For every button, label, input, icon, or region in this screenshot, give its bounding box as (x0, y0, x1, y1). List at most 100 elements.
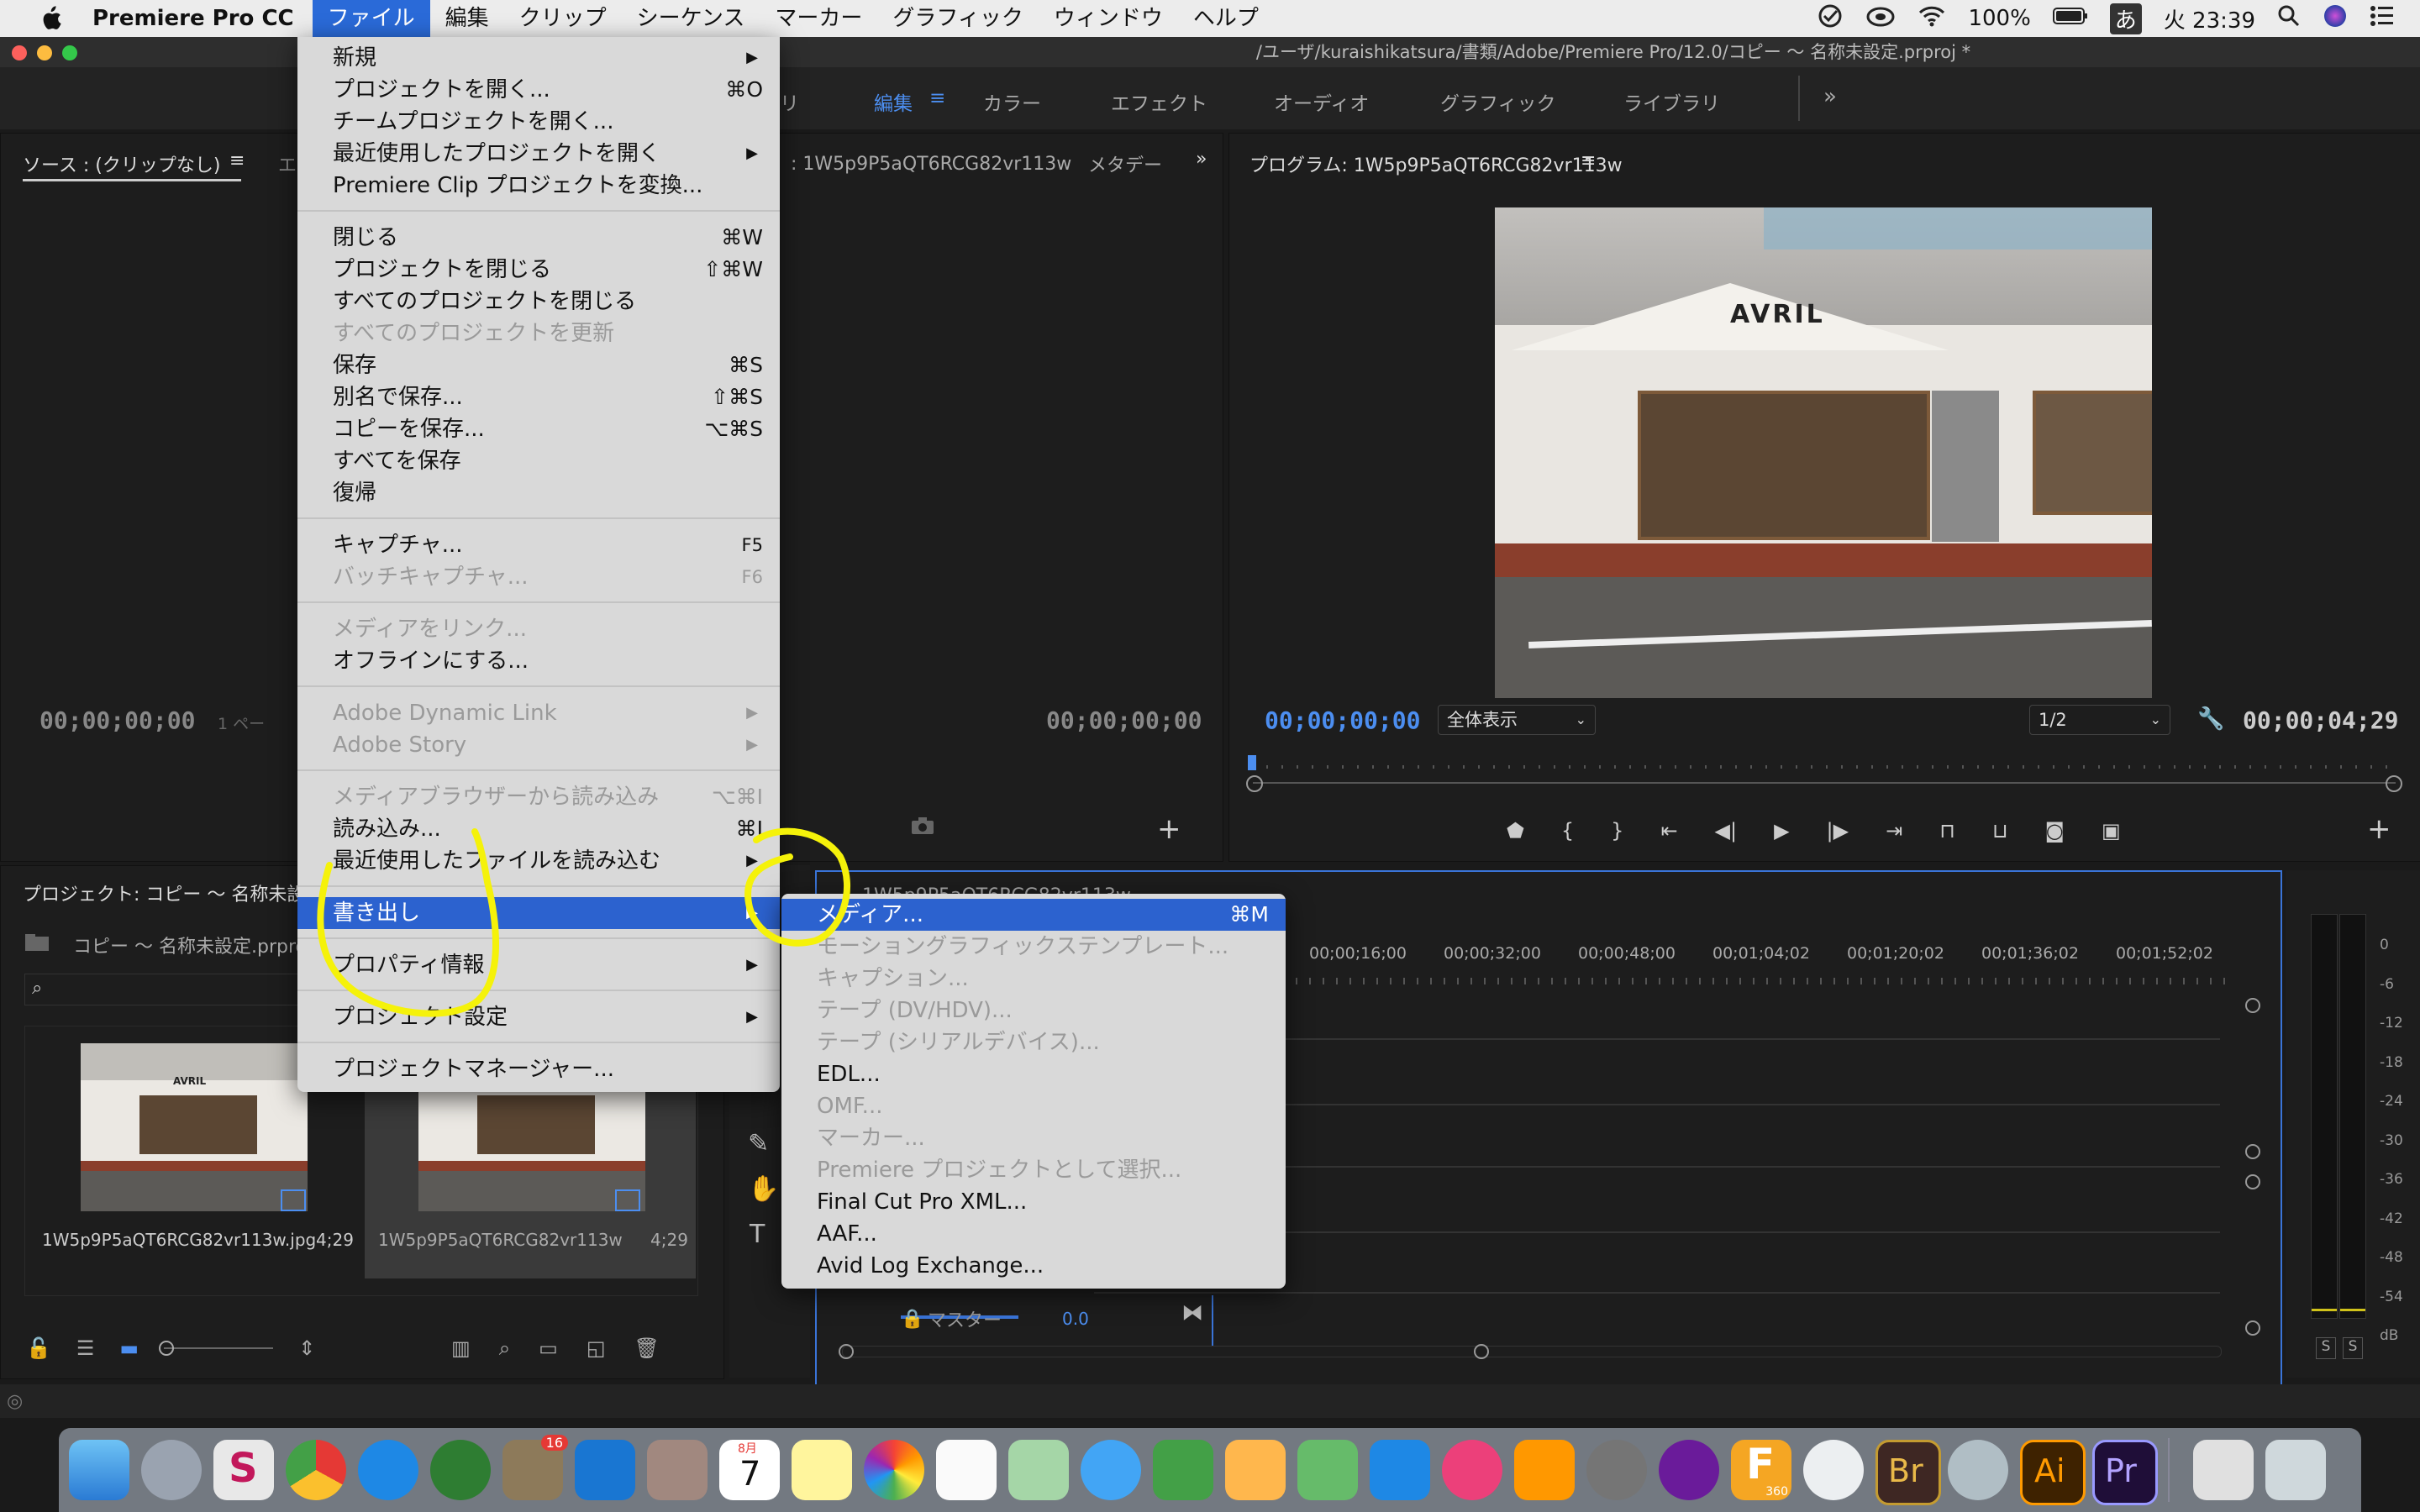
input-method-icon[interactable]: あ (2109, 3, 2142, 34)
photos-icon[interactable] (864, 1440, 924, 1500)
list-view-icon[interactable]: ☰ (76, 1336, 95, 1360)
add-button-icon[interactable]: + (1157, 812, 1181, 846)
menu-item-open-recent[interactable]: 最近使用したプロジェクトを開く ▶ (297, 138, 780, 170)
menu-item-dynamic-link[interactable]: Adobe Dynamic Link ▶ (297, 697, 780, 729)
notes-icon[interactable] (792, 1440, 852, 1500)
trash-icon[interactable] (2265, 1440, 2326, 1500)
lift-icon[interactable]: ⊓ (1939, 819, 1955, 843)
effect-controls-tab[interactable]: エ (278, 150, 297, 177)
workspace-menu-icon[interactable]: ≡ (929, 87, 945, 109)
menu-sequence[interactable]: シーケンス (622, 0, 760, 37)
workspace-tab-edit[interactable]: 編集 (874, 87, 913, 116)
atom-icon[interactable] (430, 1440, 491, 1500)
mid-panel-tab[interactable]: : 1W5p9P5aQT6RCG82vr113w (791, 154, 1071, 175)
compare-icon[interactable]: ▣ (2102, 819, 2121, 843)
maps-icon[interactable] (1008, 1440, 1069, 1500)
clock[interactable]: 火 23:39 (2164, 3, 2255, 34)
submenu-item-omf[interactable]: OMF... (781, 1090, 1286, 1122)
workspace-overflow-icon[interactable]: » (1823, 84, 1837, 109)
solo-right-button[interactable]: S (2343, 1337, 2363, 1359)
siri-icon[interactable] (2323, 3, 2348, 34)
find-icon[interactable]: ⌕ (499, 1336, 510, 1360)
creative-cloud-icon[interactable] (1865, 4, 1896, 34)
vertical-scroll-handle[interactable] (2245, 998, 2260, 1013)
wrench-icon[interactable]: 🔧 (2197, 706, 2224, 732)
menu-file[interactable]: ファイル (312, 0, 430, 37)
bridge-icon[interactable]: Br (1876, 1440, 1941, 1505)
safari-icon[interactable] (358, 1440, 418, 1500)
ibooks-icon[interactable] (1514, 1440, 1575, 1500)
menu-item-open-project[interactable]: プロジェクトを開く... ⌘O (297, 74, 780, 106)
wifi-icon[interactable] (1918, 4, 1946, 34)
zoom-bar[interactable] (1253, 782, 2396, 784)
step-back-icon[interactable]: ◀| (1715, 819, 1738, 843)
step-forward-icon[interactable]: |▶ (1827, 819, 1849, 843)
trash-icon[interactable]: 🗑 (634, 1336, 660, 1360)
hand-tool-icon[interactable]: ✋ (748, 1174, 779, 1204)
chrome-icon[interactable] (286, 1440, 346, 1500)
export-frame-icon[interactable]: ◙ (2045, 819, 2065, 843)
launchpad-icon[interactable] (141, 1440, 202, 1500)
menu-graphics[interactable]: グラフィック (877, 0, 1038, 37)
master-keyframe-icon[interactable]: ⧓ (1181, 1300, 1203, 1326)
fit-dropdown[interactable]: 全体表示 ⌄ (1438, 705, 1596, 735)
menu-item-new[interactable]: 新規 ▶ (297, 42, 780, 74)
metadata-tab[interactable]: メタデー (1088, 150, 1162, 177)
teamviewer-icon[interactable] (1803, 1440, 1864, 1500)
zoom-window-button[interactable] (62, 45, 77, 60)
menu-item-link-media[interactable]: メディアをリンク... (297, 613, 780, 645)
project-title[interactable]: プロジェクト: コピー ～ 名称未設 (23, 879, 305, 906)
menu-item-adobe-story[interactable]: Adobe Story ▶ (297, 729, 780, 761)
source-timecode[interactable]: 00;00;00;00 (39, 706, 195, 734)
menu-item-convert-clip[interactable]: Premiere Clip プロジェクトを変換... (297, 170, 780, 202)
master-lock-icon[interactable]: 🔒 (901, 1309, 923, 1330)
notification-center-icon[interactable] (2370, 5, 2395, 33)
reminders-icon[interactable] (936, 1440, 997, 1500)
source-menu-icon[interactable]: ≡ (229, 150, 245, 171)
menu-item-revert[interactable]: 復帰 (297, 477, 780, 509)
illustrator-icon[interactable]: Ai (2020, 1440, 2086, 1505)
mail-icon[interactable]: 16 (502, 1435, 568, 1500)
menu-item-refresh-all[interactable]: すべてのプロジェクトを更新 (297, 318, 780, 349)
spotlight-icon[interactable] (2277, 4, 2301, 34)
workspace-tab-color[interactable]: カラー (983, 87, 1041, 116)
menu-item-save-all[interactable]: すべてを保存 (297, 445, 780, 477)
vertical-scroll-handle[interactable] (2245, 1320, 2260, 1336)
github-icon[interactable] (1659, 1440, 1719, 1500)
menu-item-capture[interactable]: キャプチャ... F5 (297, 529, 780, 561)
source-tab[interactable]: ソース : (クリップなし) (23, 150, 220, 177)
project-search-input[interactable]: ⌕ (24, 974, 312, 1005)
finder-icon[interactable] (69, 1440, 129, 1500)
icon-view-icon[interactable]: ▬ (119, 1336, 139, 1360)
itunes-icon[interactable] (1442, 1440, 1502, 1500)
menu-item-close-project[interactable]: プロジェクトを閉じる ⇧⌘W (297, 254, 780, 286)
workspace-tab-libraries[interactable]: ライブラリ (1623, 87, 1720, 116)
pen-tool-icon[interactable]: ✎ (748, 1129, 769, 1158)
zoom-handle-right[interactable] (2386, 775, 2402, 792)
menu-item-close-all-projects[interactable]: すべてのプロジェクトを閉じる (297, 286, 780, 318)
menu-item-open-team-project[interactable]: チームプロジェクトを開く... (297, 106, 780, 138)
check-status-icon[interactable] (1817, 3, 1844, 35)
contacts-icon[interactable] (647, 1440, 708, 1500)
panel-overflow-icon[interactable]: » (1196, 149, 1207, 170)
submenu-item-markers[interactable]: マーカー... (781, 1122, 1286, 1154)
menu-item-close[interactable]: 閉じる ⌘W (297, 222, 780, 254)
mark-out-icon[interactable]: } (1611, 819, 1623, 843)
program-title[interactable]: プログラム: 1W5p9P5aQT6RCG82vr113w (1249, 150, 1623, 177)
calendar-icon[interactable]: 8月 7 (719, 1440, 780, 1500)
menu-help[interactable]: ヘルプ (1178, 0, 1274, 37)
program-video-frame[interactable]: AVRIL (1495, 207, 2152, 698)
extract-icon[interactable]: ⊔ (1992, 819, 2008, 843)
menu-window[interactable]: ウィンドウ (1039, 0, 1178, 37)
menu-item-save-copy[interactable]: コピーを保存... ⌥⌘S (297, 413, 780, 445)
mark-in-icon[interactable]: { (1561, 819, 1574, 843)
submenu-item-fcp-xml[interactable]: Final Cut Pro XML... (781, 1186, 1286, 1218)
keynote-icon[interactable] (1370, 1440, 1430, 1500)
minimize-window-button[interactable] (37, 45, 52, 60)
pages-icon[interactable] (1225, 1440, 1286, 1500)
automate-icon[interactable]: ▥ (451, 1336, 471, 1360)
keychain-icon[interactable] (1948, 1440, 2008, 1500)
workspace-tab-effects[interactable]: エフェクト (1111, 87, 1207, 116)
submenu-item-premiere-project[interactable]: Premiere プロジェクトとして選択... (781, 1154, 1286, 1186)
zoom-handle-left[interactable] (1246, 775, 1263, 792)
